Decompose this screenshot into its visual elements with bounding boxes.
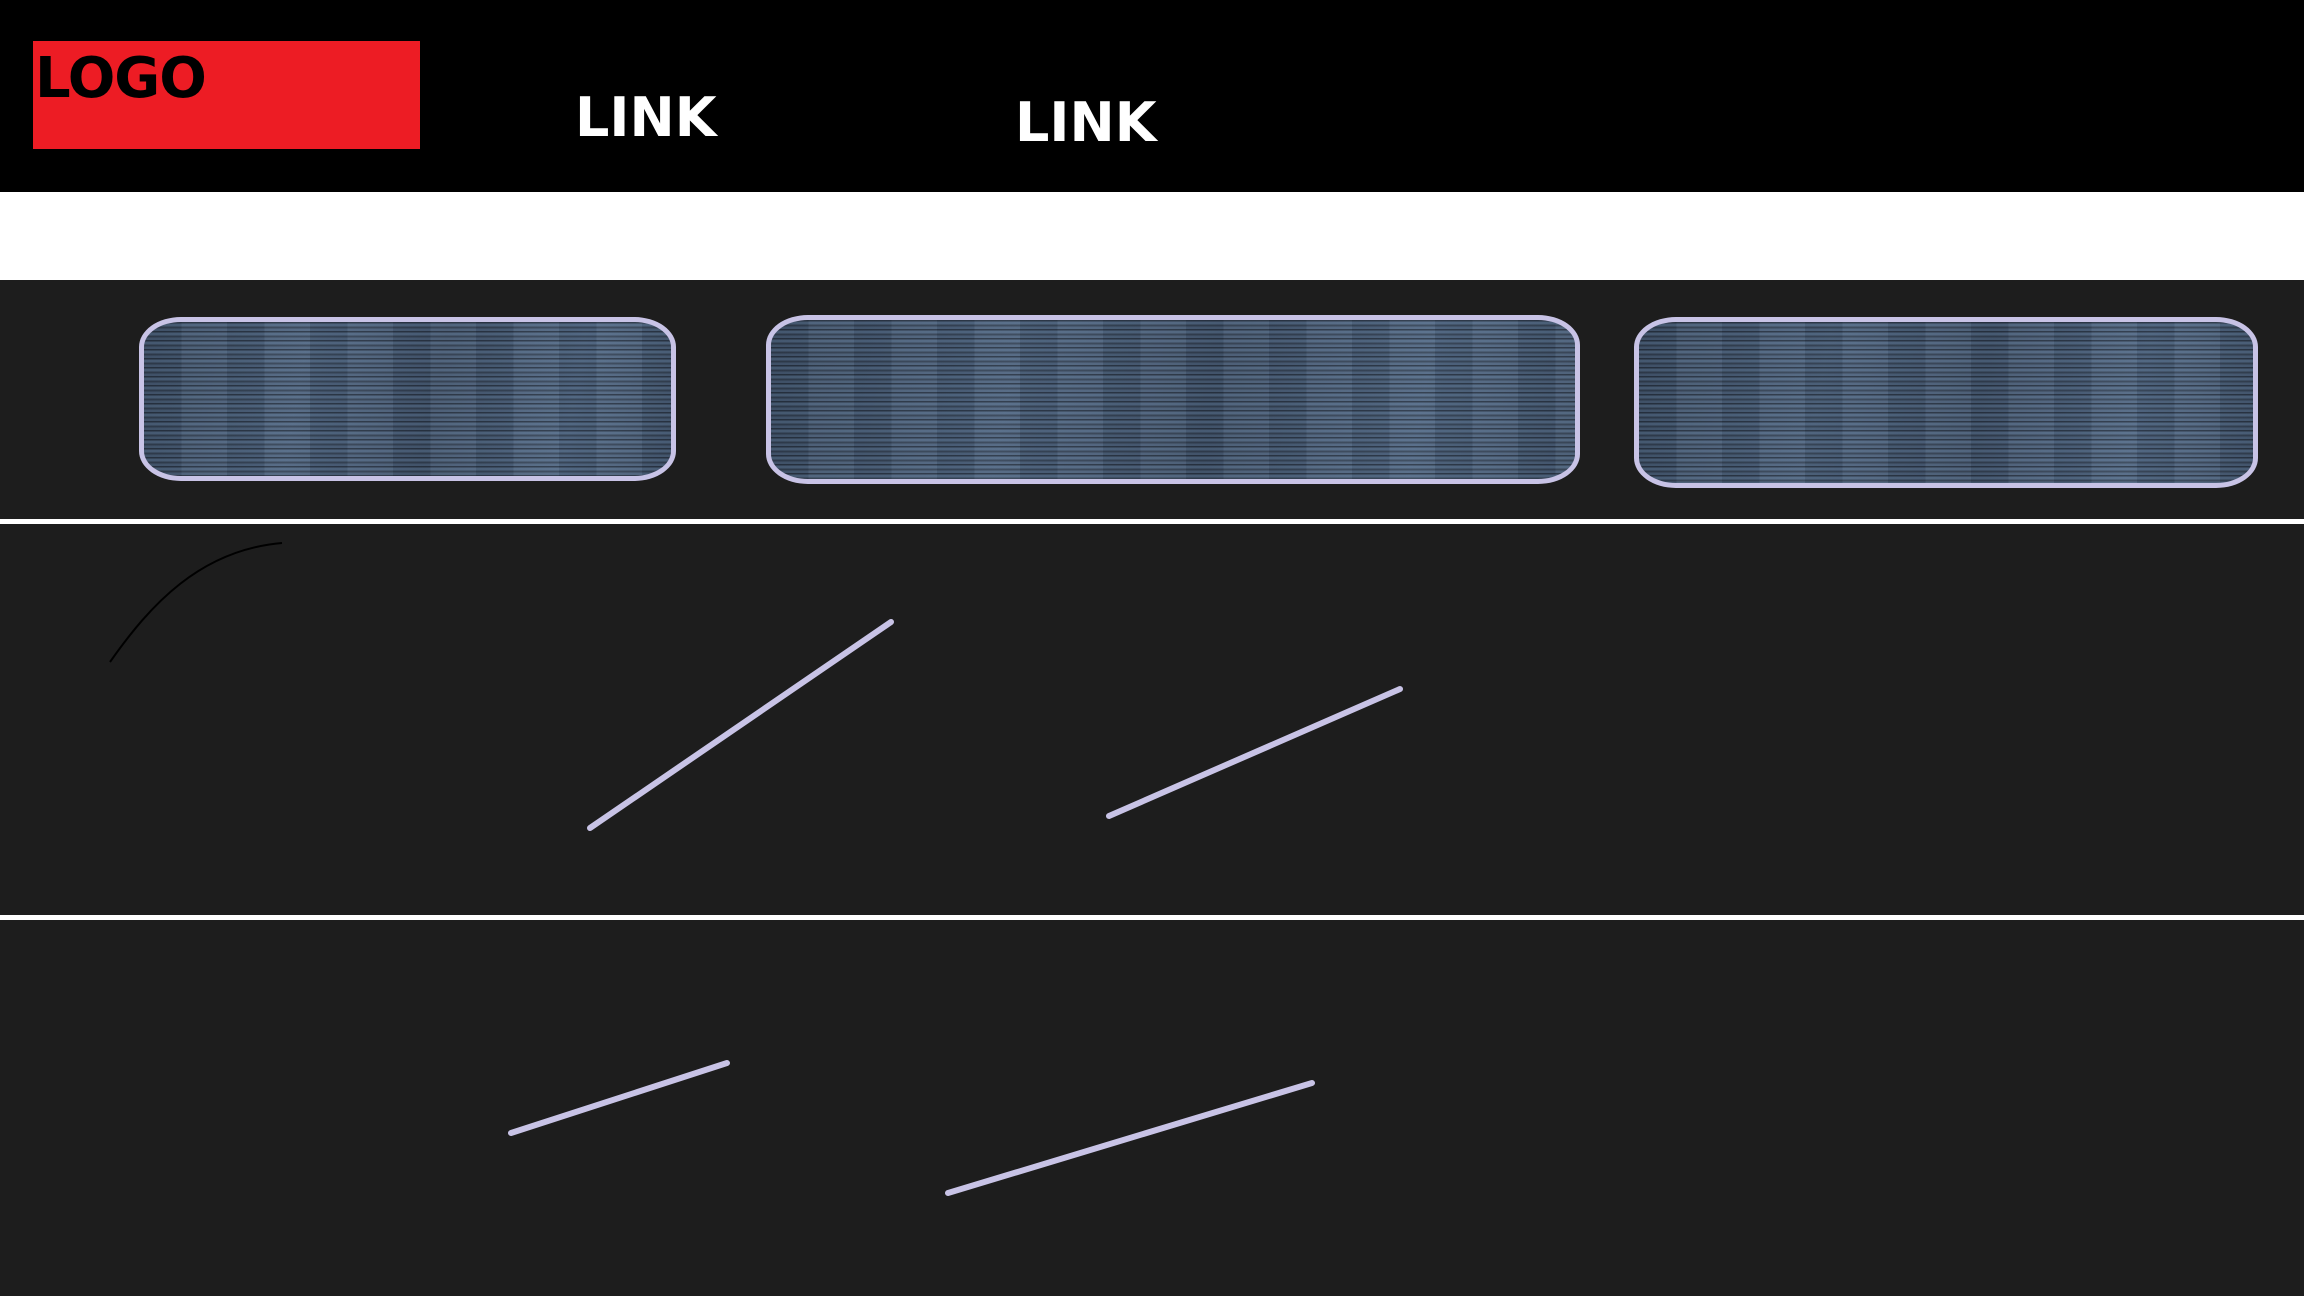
wireframe-page: LOGO LINK LINK bbox=[0, 0, 2304, 1296]
section-divider-1 bbox=[0, 519, 2304, 524]
logo-label: LOGO bbox=[35, 46, 207, 111]
section-divider-2 bbox=[0, 915, 2304, 920]
feature-card-1[interactable] bbox=[139, 317, 676, 481]
content-placeholder-line-4 bbox=[945, 1080, 1315, 1196]
content-placeholder-line-1 bbox=[587, 619, 894, 831]
stray-sketch-stroke bbox=[109, 542, 283, 663]
banner-strip bbox=[0, 192, 2304, 280]
nav-link-2[interactable]: LINK bbox=[1015, 96, 1157, 150]
content-placeholder-line-2 bbox=[1106, 686, 1403, 819]
site-logo[interactable]: LOGO bbox=[33, 41, 420, 149]
feature-card-3[interactable] bbox=[1634, 317, 2258, 488]
nav-link-1[interactable]: LINK bbox=[575, 91, 717, 145]
top-navigation-bar: LOGO LINK LINK bbox=[0, 0, 2304, 192]
feature-card-2[interactable] bbox=[766, 315, 1580, 484]
content-placeholder-line-3 bbox=[508, 1060, 730, 1136]
